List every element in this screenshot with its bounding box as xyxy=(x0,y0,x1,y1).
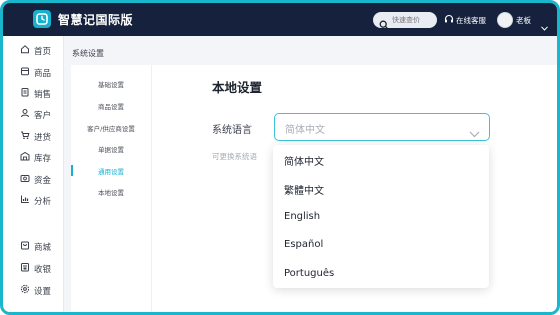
sidebar-item-label: 首页 xyxy=(34,46,52,57)
sidebar-item-purchases[interactable]: 进货 xyxy=(20,130,51,143)
language-dropdown: 简体中文 繁體中文 English Español Português xyxy=(273,145,489,288)
language-option-zh-hant[interactable]: 繁體中文 xyxy=(284,182,324,197)
sidebar-item-sales[interactable]: 销售 xyxy=(20,87,51,100)
sidebar-item-analysis[interactable]: 分析 xyxy=(20,194,51,207)
sidebar-item-label: 商品 xyxy=(34,68,52,79)
user-icon xyxy=(20,108,30,121)
top-header: 智慧记国际版 在线客服 老板 xyxy=(3,3,557,36)
gear-icon xyxy=(20,284,30,297)
settings-menu-basic[interactable]: 基础设置 xyxy=(71,79,151,89)
sidebar-item-products[interactable]: 商品 xyxy=(20,66,51,79)
language-option-es[interactable]: Español xyxy=(284,239,323,250)
settings-menu: 基础设置 商品设置 客户/供应商设置 单据设置 通用设置 本地设置 xyxy=(71,65,151,312)
chart-icon xyxy=(20,194,30,207)
language-option-pt[interactable]: Português xyxy=(284,268,334,279)
sidebar-item-label: 设置 xyxy=(34,286,52,297)
app-title: 智慧记国际版 xyxy=(58,13,134,27)
settings-menu-customer-supplier[interactable]: 客户/供应商设置 xyxy=(71,123,151,133)
sidebar-item-label: 客户 xyxy=(34,110,52,121)
language-label: 系统语言 xyxy=(212,125,252,136)
settings-menu-local[interactable]: 本地设置 xyxy=(71,187,151,197)
logo-icon xyxy=(33,10,51,28)
sidebar-item-home[interactable]: 首页 xyxy=(20,44,51,57)
page-title: 本地设置 xyxy=(212,80,263,95)
sidebar-item-label: 分析 xyxy=(34,196,52,207)
settings-menu-documents[interactable]: 单据设置 xyxy=(71,144,151,154)
online-service-link[interactable]: 在线客服 xyxy=(444,14,486,26)
sidebar-item-label: 进货 xyxy=(34,132,52,143)
sidebar: 首页 商品 销售 客户 进货 库存 资金 分析 商城 收银 设置 xyxy=(3,36,64,312)
search-icon xyxy=(379,15,389,34)
sidebar-item-settings[interactable]: 设置 xyxy=(20,284,51,297)
chevron-down-icon[interactable] xyxy=(541,16,548,35)
home-icon xyxy=(20,44,30,57)
sidebar-item-label: 资金 xyxy=(34,175,52,186)
app-window: 智慧记国际版 在线客服 老板 xyxy=(0,0,560,315)
section-header: 系统设置 xyxy=(64,36,557,60)
section-title: 系统设置 xyxy=(72,49,104,58)
headset-icon xyxy=(444,14,454,26)
sidebar-item-shop[interactable]: 商城 xyxy=(20,240,51,253)
warehouse-icon xyxy=(20,151,30,164)
language-option-en[interactable]: English xyxy=(284,211,320,222)
language-hint: 可更换系统语 xyxy=(212,152,257,161)
avatar[interactable] xyxy=(497,12,513,28)
cart-icon xyxy=(20,130,30,143)
sidebar-item-customers[interactable]: 客户 xyxy=(20,108,51,121)
sidebar-item-label: 收银 xyxy=(34,264,52,275)
receipt-icon xyxy=(20,87,30,100)
sidebar-item-label: 商城 xyxy=(34,242,52,253)
language-select-value: 简体中文 xyxy=(285,125,325,136)
sidebar-item-funds[interactable]: 资金 xyxy=(20,173,51,186)
online-service-label: 在线客服 xyxy=(456,15,486,25)
chevron-down-icon xyxy=(469,123,480,142)
sidebar-item-inventory[interactable]: 库存 xyxy=(20,151,51,164)
sidebar-item-label: 销售 xyxy=(34,89,52,100)
search-input[interactable] xyxy=(392,14,436,26)
quick-price-search[interactable] xyxy=(373,12,437,30)
user-name[interactable]: 老板 xyxy=(516,15,531,26)
money-icon xyxy=(20,173,30,186)
language-option-zh-hans[interactable]: 简体中文 xyxy=(284,153,324,168)
settings-menu-general[interactable]: 通用设置 xyxy=(71,166,151,176)
settings-menu-product[interactable]: 商品设置 xyxy=(71,101,151,111)
cashier-icon xyxy=(20,262,30,275)
sidebar-item-cashier[interactable]: 收银 xyxy=(20,262,51,275)
box-icon xyxy=(20,66,30,79)
shop-icon xyxy=(20,240,30,253)
sidebar-item-label: 库存 xyxy=(34,153,52,164)
language-select[interactable]: 简体中文 xyxy=(274,113,490,141)
